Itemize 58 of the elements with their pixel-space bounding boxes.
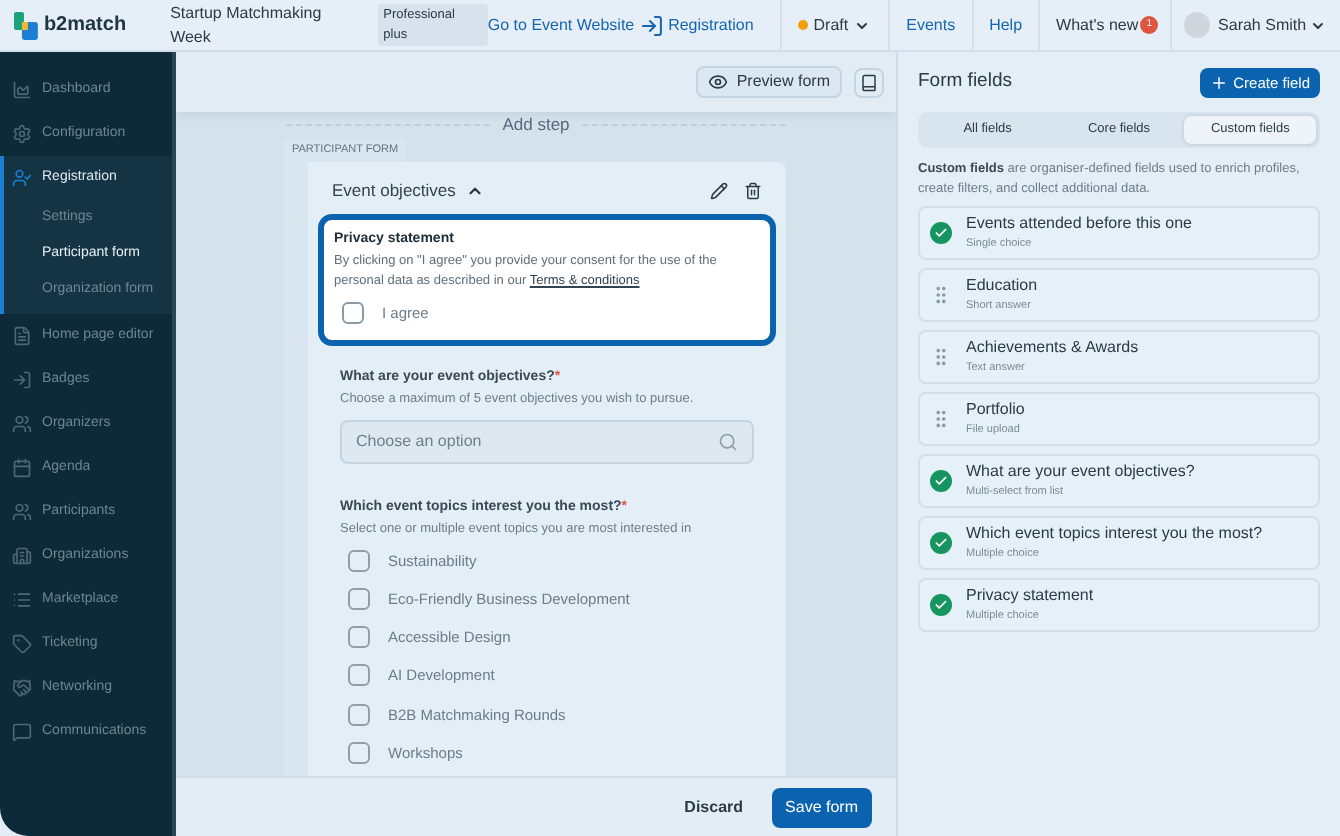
field-name: Privacy statement bbox=[966, 584, 1094, 609]
option-select[interactable]: Choose an option bbox=[340, 419, 754, 463]
user-name[interactable]: Sarah Smith bbox=[1218, 13, 1307, 37]
people-icon bbox=[12, 502, 32, 522]
field-name: Achievements & Awards bbox=[966, 336, 1139, 361]
eye-icon bbox=[708, 72, 729, 92]
delete-icon[interactable] bbox=[744, 181, 762, 200]
logo-icon bbox=[14, 11, 38, 39]
whats-new-link[interactable]: What's new bbox=[1056, 13, 1139, 37]
checkbox[interactable] bbox=[348, 626, 370, 649]
avatar[interactable] bbox=[1184, 12, 1211, 38]
panel-title: Form fields bbox=[918, 68, 1012, 97]
calendar-icon bbox=[12, 458, 32, 478]
checkbox[interactable] bbox=[348, 587, 370, 610]
book-icon bbox=[860, 73, 878, 91]
field-name: What are your event objectives? bbox=[966, 460, 1195, 485]
field-name: Education bbox=[966, 274, 1038, 299]
discard-button[interactable]: Discard bbox=[680, 795, 748, 819]
plus-icon bbox=[1209, 74, 1228, 92]
event-name: Startup Matchmaking Week bbox=[170, 1, 324, 49]
field-name: Which event topics interest you the most? bbox=[966, 522, 1263, 547]
drag-handle-icon[interactable] bbox=[930, 284, 952, 306]
checkbox[interactable] bbox=[342, 302, 364, 325]
chat-icon bbox=[12, 722, 32, 742]
checkbox[interactable] bbox=[348, 741, 370, 764]
caret-icon bbox=[1310, 17, 1327, 33]
people-icon bbox=[12, 414, 32, 434]
search-icon bbox=[718, 431, 738, 451]
handshake-icon bbox=[12, 678, 32, 698]
checkbox[interactable] bbox=[348, 549, 370, 572]
book-button[interactable] bbox=[854, 67, 884, 97]
status-dropdown[interactable]: Draft bbox=[797, 13, 871, 37]
nav-link[interactable]: Events bbox=[906, 13, 956, 37]
document-icon bbox=[12, 326, 32, 346]
tag-icon bbox=[12, 634, 32, 654]
caret-icon bbox=[854, 17, 871, 33]
field-name: Portfolio bbox=[966, 398, 1025, 423]
add-step-label[interactable]: Add step bbox=[502, 112, 570, 138]
field-name: Events attended before this one bbox=[966, 212, 1192, 237]
list-icon bbox=[12, 590, 32, 610]
save-button[interactable]: Save form bbox=[771, 787, 872, 827]
drag-handle-icon[interactable] bbox=[930, 408, 952, 430]
user-check-icon bbox=[12, 168, 32, 188]
checkbox[interactable] bbox=[348, 703, 370, 726]
logo-text: b2match bbox=[43, 12, 127, 40]
login-icon bbox=[640, 13, 665, 37]
login-icon bbox=[12, 370, 32, 390]
registration-link[interactable]: Registration bbox=[668, 13, 754, 37]
checkbox[interactable] bbox=[348, 664, 370, 687]
preview-button[interactable]: Preview form bbox=[696, 66, 842, 98]
nav-link[interactable]: Help bbox=[989, 13, 1023, 37]
edit-icon[interactable] bbox=[710, 181, 728, 200]
drag-handle-icon[interactable] bbox=[930, 346, 952, 368]
gear-icon bbox=[12, 124, 32, 144]
chart-icon bbox=[12, 80, 32, 100]
section-title: Event objectives bbox=[332, 178, 456, 204]
building-icon bbox=[12, 546, 32, 566]
website-link[interactable]: Go to Event Website bbox=[487, 13, 635, 37]
